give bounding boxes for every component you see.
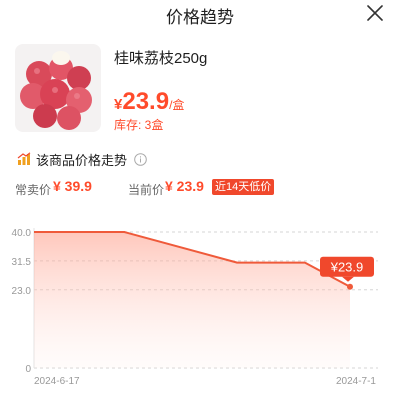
product-image [15,44,101,132]
price-area-fill [34,232,350,368]
y-tick-label: 0 [25,364,31,375]
y-tick-label: 40.0 [12,228,32,239]
product-price: ¥23.9/盒 [114,88,184,116]
trend-section-title: 该商品价格走势 [17,150,147,168]
price-unit: /盒 [169,98,185,112]
price-trend-chart: 40.0 31.5 23.0 0 ¥23.9 2024-6-17 2024-7-1 [12,228,378,387]
price-callout-label: ¥23.9 [330,260,364,275]
stock-text: 库存: 3盒 [114,118,164,132]
regular-price-value: ¥ 39.9 [53,178,92,194]
x-tick-label: 2024-7-1 [336,376,376,387]
dialog-header: 价格趋势 [0,0,400,30]
y-tick-label: 23.0 [12,286,32,297]
dialog-title: 价格趋势 [166,8,234,27]
regular-price-label: 常卖价 [15,183,52,197]
product-name: 桂味荔枝250g [114,50,208,67]
info-icon[interactable] [134,152,147,166]
product-card: 桂味荔枝250g ¥23.9/盒 库存: 3盒 [15,44,385,134]
trend-title-text: 该商品价格走势 [36,152,128,168]
last-point [347,283,353,290]
current-price-label: 当前价 [128,183,165,197]
callout-pointer [342,276,354,282]
current-price-value: ¥ 23.9 [165,178,204,194]
close-icon[interactable] [364,2,386,24]
y-tick-label: 31.5 [12,257,32,268]
price-value: 23.9 [122,88,170,115]
low-price-badge: 近14天低价 [212,179,275,195]
price-summary: 常卖价 ¥ 39.9 当前价 ¥ 23.9 近14天低价 [15,178,395,198]
x-tick-label: 2024-6-17 [34,376,80,387]
trend-bars-icon [17,152,31,165]
